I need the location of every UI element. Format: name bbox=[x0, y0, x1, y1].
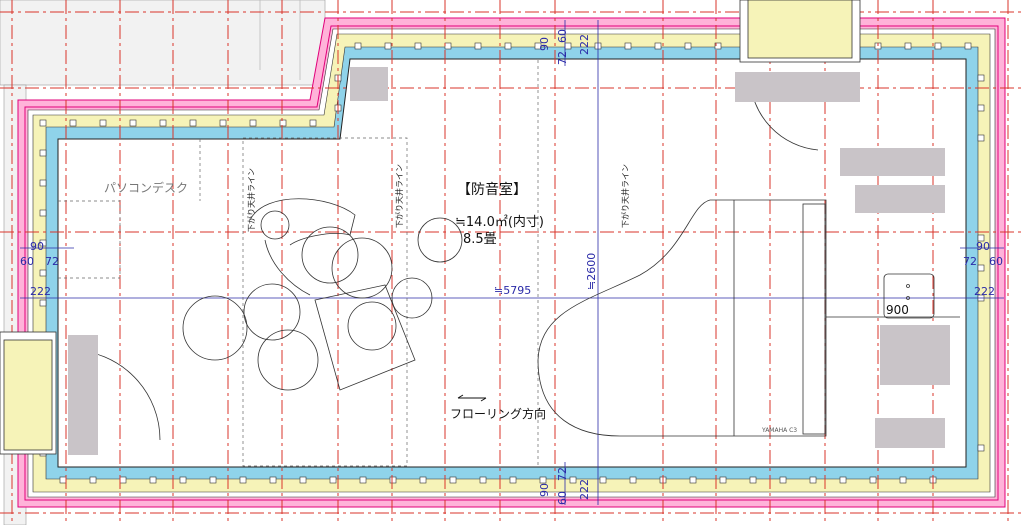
dim-top-3: 222 bbox=[578, 34, 591, 55]
floor-plan: 90 60 222 72 90 60 72 222 90 72 60 222 7… bbox=[0, 0, 1024, 526]
dim-left-3: 72 bbox=[45, 255, 59, 268]
dim-bottom-3: 222 bbox=[578, 479, 591, 500]
dim-bottom-1: 72 bbox=[556, 467, 569, 481]
dim-bottom-4: 60 bbox=[556, 491, 569, 505]
flooring-direction-label: フローリング方向 bbox=[450, 406, 546, 421]
bench-distance-label: 900 bbox=[886, 303, 909, 317]
dim-top-2: 60 bbox=[556, 29, 569, 43]
dim-left-4: 222 bbox=[30, 285, 51, 298]
room-tatami: 8.5畳 bbox=[463, 232, 497, 247]
floor-plan-svg: 90 60 222 72 90 60 72 222 90 72 60 222 7… bbox=[0, 0, 1024, 526]
ceiling-label-left: 下がり天井ライン bbox=[246, 168, 256, 232]
room-title: 【防音室】 bbox=[457, 181, 527, 198]
piano-brand-label: YAMAHA C3 bbox=[761, 427, 797, 434]
ceiling-label-right: 下がり天井ライン bbox=[620, 164, 630, 228]
desk-label: パソコンデスク bbox=[104, 180, 188, 195]
dim-left-2: 60 bbox=[20, 255, 34, 268]
dim-bottom-2: 90 bbox=[538, 483, 551, 497]
dim-right-1: 90 bbox=[976, 240, 990, 253]
dim-left-1: 90 bbox=[30, 240, 44, 253]
dim-right-2: 72 bbox=[963, 255, 977, 268]
room-height-dimension: ≒2600 bbox=[585, 253, 598, 290]
room-width-dimension: ≒5795 bbox=[494, 284, 531, 297]
ceiling-label-middle: 下がり天井ライン bbox=[394, 164, 404, 228]
dim-right-3: 60 bbox=[989, 255, 1003, 268]
dim-right-4: 222 bbox=[974, 285, 995, 298]
dim-top-1: 90 bbox=[538, 37, 551, 51]
room-area: ≒14.0㎡(内寸) bbox=[455, 214, 544, 230]
dim-top-4: 72 bbox=[556, 51, 569, 65]
